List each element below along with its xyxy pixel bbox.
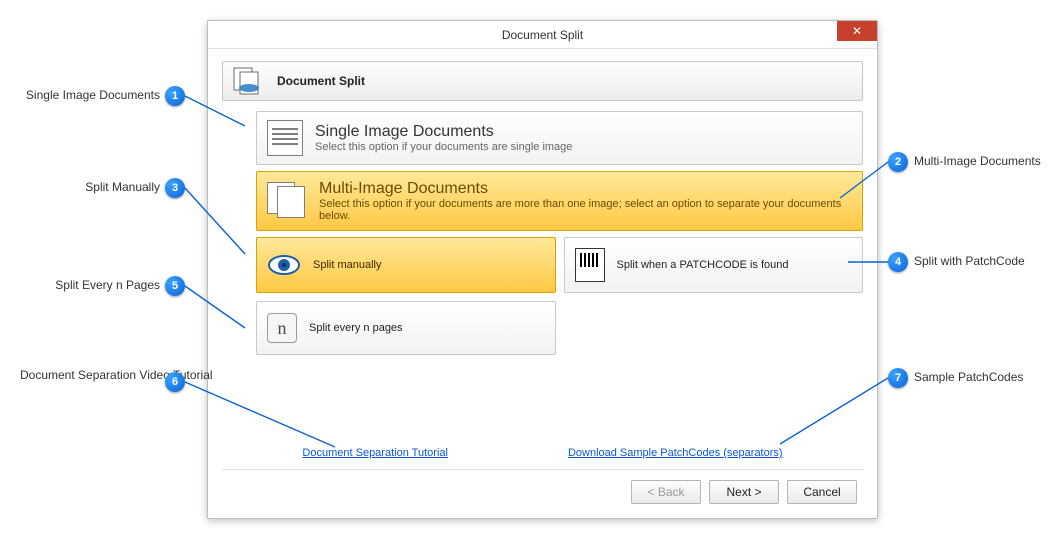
eye-icon xyxy=(267,254,301,276)
multi-page-icon xyxy=(267,182,307,220)
link-tutorial[interactable]: Document Separation Tutorial xyxy=(302,447,448,459)
window-title: Document Split xyxy=(208,28,877,42)
sub-option-split-manually[interactable]: Split manually xyxy=(256,237,556,293)
option-single-title: Single Image Documents xyxy=(315,123,572,141)
callout-4-label: Split with PatchCode xyxy=(914,254,1025,268)
titlebar: Document Split ✕ xyxy=(208,21,877,49)
barcode-icon xyxy=(575,248,605,282)
callout-5-num: 5 xyxy=(165,276,185,296)
wizard-header: Document Split xyxy=(222,61,863,101)
callout-7-label: Sample PatchCodes xyxy=(914,370,1023,384)
footer-links: Document Separation Tutorial Download Sa… xyxy=(222,433,863,467)
sub-option-everyn-label: Split every n pages xyxy=(309,322,403,334)
option-multi-desc: Select this option if your documents are… xyxy=(319,198,852,222)
dialog-body: Document Split Single Image Documents Se… xyxy=(208,49,877,518)
callout-1-label: Single Image Documents xyxy=(20,88,160,102)
document-split-icon xyxy=(231,66,267,96)
callout-5-label: Split Every n Pages xyxy=(20,278,160,292)
callout-4-num: 4 xyxy=(888,252,908,272)
callout-3-num: 3 xyxy=(165,178,185,198)
sub-option-patchcode-label: Split when a PATCHCODE is found xyxy=(617,259,789,271)
close-button[interactable]: ✕ xyxy=(837,21,877,41)
callout-6-label: Document Separation Video Tutorial xyxy=(20,368,160,382)
link-sample-patchcodes[interactable]: Download Sample PatchCodes (separators) xyxy=(568,447,783,459)
wizard-header-title: Document Split xyxy=(277,74,365,88)
single-page-icon xyxy=(267,120,303,156)
option-multi-title: Multi-Image Documents xyxy=(319,180,852,198)
option-single-desc: Select this option if your documents are… xyxy=(315,141,572,153)
callout-6-num: 6 xyxy=(165,372,185,392)
back-button[interactable]: < Back xyxy=(631,480,701,504)
sub-option-split-patchcode[interactable]: Split when a PATCHCODE is found xyxy=(564,237,864,293)
close-icon: ✕ xyxy=(852,25,862,37)
option-single-image-documents[interactable]: Single Image Documents Select this optio… xyxy=(256,111,863,165)
next-button[interactable]: Next > xyxy=(709,480,779,504)
cancel-button[interactable]: Cancel xyxy=(787,480,857,504)
wizard-footer: < Back Next > Cancel xyxy=(222,478,863,510)
callout-2-num: 2 xyxy=(888,152,908,172)
n-pages-icon: n xyxy=(267,313,297,343)
sub-option-manual-label: Split manually xyxy=(313,259,381,271)
callout-7-num: 7 xyxy=(888,368,908,388)
document-split-dialog: Document Split ✕ Document Split xyxy=(207,20,878,519)
callout-3-label: Split Manually xyxy=(20,180,160,194)
callout-2-label: Multi-Image Documents xyxy=(914,154,1041,168)
callout-1-num: 1 xyxy=(165,86,185,106)
option-multi-image-documents[interactable]: Multi-Image Documents Select this option… xyxy=(256,171,863,231)
sub-option-split-every-n[interactable]: n Split every n pages xyxy=(256,301,556,355)
divider xyxy=(222,469,863,470)
